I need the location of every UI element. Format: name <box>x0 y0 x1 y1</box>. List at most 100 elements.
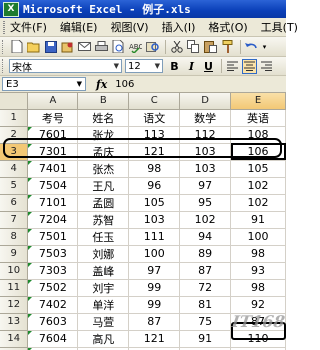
menu-view[interactable]: 视图(V) <box>110 19 148 35</box>
copy-icon[interactable] <box>186 39 201 54</box>
cell-c9[interactable]: 100 <box>128 245 181 263</box>
cell-a12[interactable]: 7402 <box>27 296 79 314</box>
cell-a11[interactable]: 7502 <box>27 279 79 297</box>
row-header-6[interactable]: 6 <box>0 194 29 212</box>
cell-e7[interactable]: 91 <box>230 211 286 229</box>
cut-icon[interactable] <box>169 39 184 54</box>
cell-c14[interactable]: 121 <box>128 330 181 348</box>
cell-c4[interactable]: 98 <box>128 160 181 178</box>
cell-d9[interactable]: 89 <box>179 245 232 263</box>
research-icon[interactable] <box>145 39 160 54</box>
row-header-10[interactable]: 10 <box>0 262 29 280</box>
formula-input[interactable]: 106 <box>115 79 134 90</box>
menu-format[interactable]: 格式(O) <box>208 19 247 35</box>
cell-e13[interactable]: 87 <box>230 313 286 331</box>
cell-b7[interactable]: 苏智 <box>77 211 130 229</box>
cell-d11[interactable]: 72 <box>179 279 232 297</box>
cell-c12[interactable]: 99 <box>128 296 181 314</box>
undo-icon[interactable] <box>244 39 259 54</box>
font-name-dropdown[interactable]: 宋体 ▼ <box>9 59 122 74</box>
cell-e3[interactable]: 106 <box>230 143 286 161</box>
column-header-e[interactable]: E <box>230 93 286 110</box>
cell-a13[interactable]: 7603 <box>27 313 79 331</box>
align-right-icon[interactable] <box>259 59 274 74</box>
cell-a7[interactable]: 7204 <box>27 211 79 229</box>
cell-a9[interactable]: 7503 <box>27 245 79 263</box>
cell-b5[interactable]: 王凡 <box>77 177 130 195</box>
undo-dropdown-icon[interactable]: ▾ <box>261 39 268 54</box>
select-all-corner[interactable] <box>0 93 29 110</box>
cell-c5[interactable]: 96 <box>128 177 181 195</box>
paste-icon[interactable] <box>203 39 218 54</box>
cell-a8[interactable]: 7501 <box>27 228 79 246</box>
permission-icon[interactable] <box>60 39 75 54</box>
cell-e5[interactable]: 102 <box>230 177 286 195</box>
cell-a14[interactable]: 7604 <box>27 330 79 348</box>
cell-a2[interactable]: 7601 <box>27 126 79 144</box>
menu-tools[interactable]: 工具(T) <box>261 19 298 35</box>
open-icon[interactable] <box>26 39 41 54</box>
cell-e8[interactable]: 100 <box>230 228 286 246</box>
row-header-12[interactable]: 12 <box>0 296 29 314</box>
cell-c6[interactable]: 105 <box>128 194 181 212</box>
cell-c2[interactable]: 113 <box>128 126 181 144</box>
row-header-13[interactable]: 13 <box>0 313 29 331</box>
cell-b9[interactable]: 刘娜 <box>77 245 130 263</box>
row-header-3[interactable]: 3 <box>0 143 29 161</box>
column-header-c[interactable]: C <box>128 93 181 110</box>
cell-e12[interactable]: 92 <box>230 296 286 314</box>
print-preview-icon[interactable] <box>111 39 126 54</box>
cell-a5[interactable]: 7504 <box>27 177 79 195</box>
cell-b14[interactable]: 高凡 <box>77 330 130 348</box>
row-header-5[interactable]: 5 <box>0 177 29 195</box>
column-header-a[interactable]: A <box>27 93 79 110</box>
cell-c1[interactable]: 语文 <box>128 109 181 127</box>
cell-d1[interactable]: 数学 <box>179 109 232 127</box>
italic-button[interactable]: I <box>184 59 199 74</box>
cell-d7[interactable]: 102 <box>179 211 232 229</box>
row-header-2[interactable]: 2 <box>0 126 29 144</box>
save-icon[interactable] <box>43 39 58 54</box>
cell-d13[interactable]: 75 <box>179 313 232 331</box>
cell-b13[interactable]: 马萱 <box>77 313 130 331</box>
cell-e9[interactable]: 98 <box>230 245 286 263</box>
cell-b8[interactable]: 任玉 <box>77 228 130 246</box>
email-icon[interactable] <box>77 39 92 54</box>
spelling-icon[interactable]: ABC <box>128 39 143 54</box>
cell-b12[interactable]: 单洋 <box>77 296 130 314</box>
cell-c8[interactable]: 111 <box>128 228 181 246</box>
cell-d12[interactable]: 81 <box>179 296 232 314</box>
cell-c11[interactable]: 99 <box>128 279 181 297</box>
cell-c7[interactable]: 103 <box>128 211 181 229</box>
cell-e4[interactable]: 105 <box>230 160 286 178</box>
align-center-icon[interactable] <box>242 58 257 74</box>
cell-e6[interactable]: 102 <box>230 194 286 212</box>
row-header-14[interactable]: 14 <box>0 330 29 348</box>
cell-e1[interactable]: 英语 <box>230 109 286 127</box>
cell-d4[interactable]: 103 <box>179 160 232 178</box>
cell-d3[interactable]: 103 <box>179 143 232 161</box>
cell-a10[interactable]: 7303 <box>27 262 79 280</box>
cell-a4[interactable]: 7401 <box>27 160 79 178</box>
toolbar-grip-handle[interactable] <box>2 59 6 73</box>
cell-b6[interactable]: 孟圆 <box>77 194 130 212</box>
menu-file[interactable]: 文件(F) <box>10 19 47 35</box>
cell-a3[interactable]: 7301 <box>27 143 79 161</box>
underline-button[interactable]: U <box>201 59 216 74</box>
cell-c13[interactable]: 87 <box>128 313 181 331</box>
new-icon[interactable] <box>9 39 24 54</box>
align-left-icon[interactable] <box>225 59 240 74</box>
cell-c10[interactable]: 97 <box>128 262 181 280</box>
format-painter-icon[interactable] <box>220 39 235 54</box>
excel-app-icon[interactable]: X <box>3 1 19 17</box>
menu-insert[interactable]: 插入(I) <box>162 19 196 35</box>
column-header-b[interactable]: B <box>77 93 130 110</box>
menu-grip-handle[interactable] <box>3 20 5 34</box>
row-header-9[interactable]: 9 <box>0 245 29 263</box>
cell-d5[interactable]: 97 <box>179 177 232 195</box>
insert-function-icon[interactable]: fx <box>96 78 107 91</box>
cell-d14[interactable]: 91 <box>179 330 232 348</box>
cell-d8[interactable]: 94 <box>179 228 232 246</box>
font-size-dropdown[interactable]: 12 ▼ <box>125 59 163 73</box>
bold-button[interactable]: B <box>167 59 182 74</box>
